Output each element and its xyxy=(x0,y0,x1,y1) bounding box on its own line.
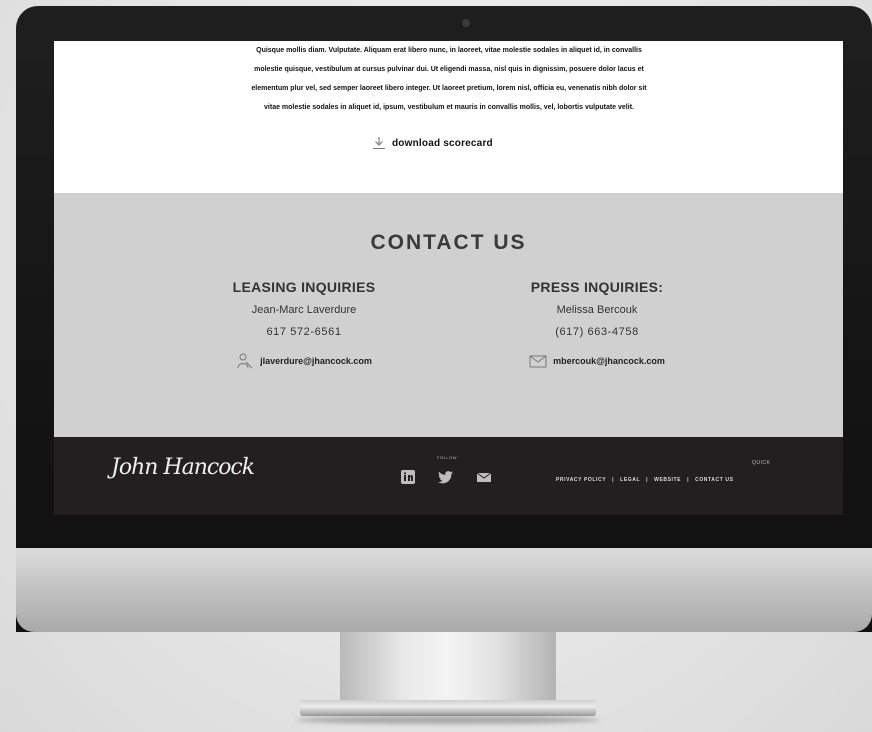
intro-line: elementum plur vel, sed semper laoreet l… xyxy=(251,85,647,92)
links-heading: QUICK xyxy=(752,460,771,466)
press-phone[interactable]: (617) 663-4758 xyxy=(487,326,707,338)
intro-section: Quisque mollis diam. Vulputate. Aliquam … xyxy=(54,41,843,193)
person-icon xyxy=(237,353,253,369)
follow-label: FOLLOW xyxy=(437,455,457,460)
footer-link-separator: | xyxy=(687,477,690,483)
twitter-icon[interactable] xyxy=(438,469,454,485)
footer-link-privacy[interactable]: PRIVACY POLICY xyxy=(556,477,606,483)
leasing-inquiries: LEASING INQUIRIES Jean-Marc Laverdure 61… xyxy=(194,279,414,370)
john-hancock-logo[interactable]: John Hancock xyxy=(111,455,255,480)
monitor-chin xyxy=(16,548,872,632)
footer-link-separator: | xyxy=(612,477,615,483)
intro-line: vitae molestie sodales in aliquet id, ip… xyxy=(264,104,634,111)
contact-title: CONTACT US xyxy=(370,231,527,254)
intro-line: Quisque mollis diam. Vulputate. Aliquam … xyxy=(256,47,642,54)
site-footer: John Hancock FOLLOW QUICK PRIVACY POLICY… xyxy=(54,437,843,515)
monitor-stand-base xyxy=(300,700,596,716)
leasing-phone[interactable]: 617 572-6561 xyxy=(194,326,414,338)
leasing-heading: LEASING INQUIRIES xyxy=(232,279,376,295)
stand-shadow xyxy=(296,716,600,724)
linkedin-icon[interactable] xyxy=(400,469,416,485)
press-heading: PRESS INQUIRIES: xyxy=(530,279,664,295)
monitor-stand-neck xyxy=(340,632,556,704)
footer-link-website[interactable]: WEBSITE xyxy=(654,477,681,483)
leasing-name: Jean-Marc Laverdure xyxy=(251,304,357,316)
download-icon xyxy=(373,137,385,150)
press-email: mbercouk@jhancock.com xyxy=(553,356,665,366)
download-label: download scorecard xyxy=(392,137,493,149)
download-scorecard-link[interactable]: download scorecard xyxy=(372,136,493,150)
intro-paragraph: Quisque mollis diam. Vulputate. Aliquam … xyxy=(204,41,694,117)
leasing-email-link[interactable]: jlaverdure@jhancock.com xyxy=(194,352,414,370)
leasing-email: jlaverdure@jhancock.com xyxy=(260,356,372,366)
social-links xyxy=(400,469,492,485)
footer-link-separator: | xyxy=(646,477,649,483)
footer-links: PRIVACY POLICY | LEGAL | WEBSITE | CONTA… xyxy=(554,477,736,483)
website-screen: Quisque mollis diam. Vulputate. Aliquam … xyxy=(54,41,843,515)
footer-link-legal[interactable]: LEGAL xyxy=(620,477,640,483)
mail-icon[interactable] xyxy=(476,469,492,485)
contact-section: CONTACT US LEASING INQUIRIES Jean-Marc L… xyxy=(54,193,843,437)
mail-envelope-icon xyxy=(529,355,547,368)
press-name: Melissa Bercouk xyxy=(556,304,638,316)
press-inquiries: PRESS INQUIRIES: Melissa Bercouk (617) 6… xyxy=(487,279,707,370)
camera-icon xyxy=(462,19,470,27)
footer-link-contact[interactable]: CONTACT US xyxy=(695,477,733,483)
intro-line: molestie quisque, vestibulum at cursus p… xyxy=(254,66,644,73)
press-email-link[interactable]: mbercouk@jhancock.com xyxy=(487,352,707,370)
